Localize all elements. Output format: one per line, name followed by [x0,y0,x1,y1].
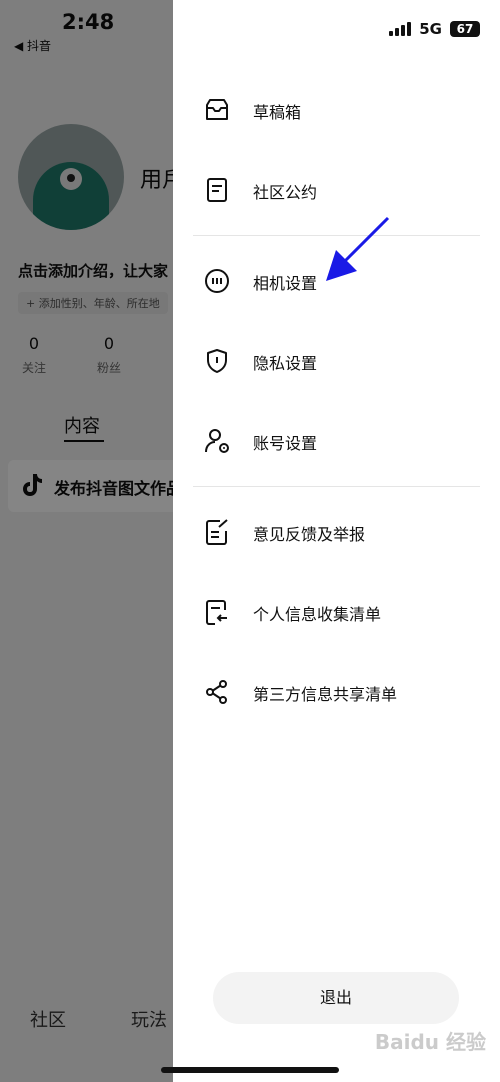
inbox-icon [206,99,228,120]
menu-label: 意见反馈及举报 [253,525,366,544]
menu-drafts[interactable]: 草稿箱 [173,84,500,134]
share-icon [206,680,227,704]
menu-label: 第三方信息共享清单 [253,685,398,704]
home-indicator[interactable] [161,1067,339,1073]
status-indicators: 5G 67 [389,20,480,38]
divider [193,486,480,487]
camera-settings-icon [205,269,229,293]
menu-label: 账号设置 [253,434,318,453]
menu-third-party-sharing[interactable]: 第三方信息共享清单 [173,666,500,716]
divider [193,235,480,236]
menu-camera-settings[interactable]: 相机设置 [173,255,500,305]
menu-label: 相机设置 [253,274,318,293]
menu-account-settings[interactable]: 账号设置 [173,415,500,465]
signal-icon [389,22,412,36]
menu-label: 草稿箱 [253,103,302,122]
menu-privacy-settings[interactable]: 隐私设置 [173,335,500,385]
menu-label: 个人信息收集清单 [253,605,382,624]
logout-button[interactable]: 退出 [213,972,459,1024]
menu-label: 隐私设置 [253,354,318,373]
network-type: 5G [419,20,442,38]
user-settings-icon [205,429,229,453]
info-list-icon [206,600,227,625]
feedback-icon [206,519,228,545]
menu-feedback[interactable]: 意见反馈及举报 [173,506,500,556]
settings-drawer: 5G 67 草稿箱 社区公约 相机设置 隐私设置 账号设置 意见反馈及举报 个人… [173,0,500,1082]
document-icon [207,178,227,202]
battery-icon: 67 [450,21,480,37]
watermark: Baidu 经验 [374,1030,486,1054]
menu-label: 社区公约 [253,183,318,202]
menu-community-rules[interactable]: 社区公约 [173,164,500,214]
shield-icon [207,349,227,373]
menu-personal-info-list[interactable]: 个人信息收集清单 [173,586,500,636]
